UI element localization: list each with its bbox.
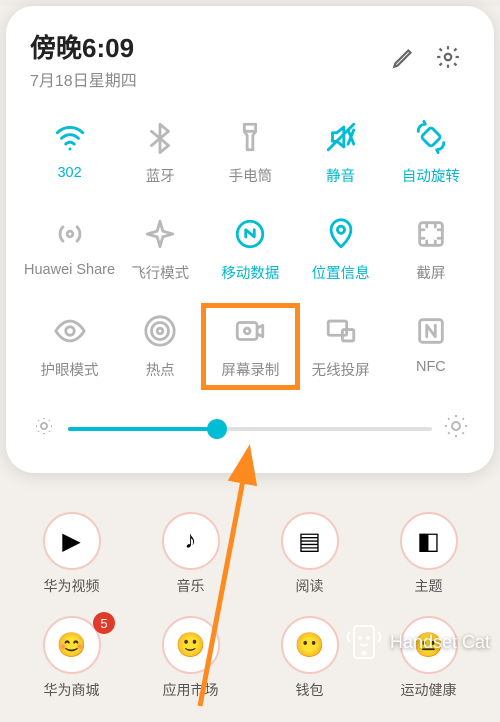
flashlight-icon — [233, 119, 267, 155]
hotspot-icon — [143, 313, 177, 349]
tile-label: Huawei Share — [24, 262, 115, 278]
time-text: 傍晚6:09 — [30, 28, 382, 65]
tile-label: 飞行模式 — [131, 262, 189, 283]
app-label: 华为视频 — [44, 576, 100, 596]
app-icon: ◧ — [400, 512, 458, 570]
app-icon: ▶ — [43, 512, 101, 570]
app-label: 主题 — [415, 576, 443, 596]
quick-settings-grid: 302 蓝牙 手电筒 静音 自动旋转 Huawei Share 飞行模式 移动数据 位置信息 截屏… — [24, 101, 476, 386]
watermark-text: Handset Cat — [390, 632, 490, 653]
brightness-row — [24, 386, 476, 449]
tile-label: 护眼模式 — [41, 359, 99, 380]
tile-label: 手电筒 — [229, 165, 273, 186]
wireless-projection-icon — [324, 313, 358, 349]
app-icon: ▤ — [281, 512, 339, 570]
app-label: 应用市场 — [163, 680, 219, 700]
tile-mute[interactable]: 静音 — [296, 113, 386, 192]
app-icon: 😊 — [43, 616, 101, 674]
tile-eye-comfort[interactable]: 护眼模式 — [24, 307, 115, 386]
bluetooth-icon — [143, 119, 177, 155]
tile-wifi[interactable]: 302 — [24, 113, 115, 192]
tile-label: NFC — [416, 359, 446, 375]
screenshot-icon — [414, 216, 448, 252]
panel-header: 傍晚6:09 7月18日星期四 — [24, 24, 476, 101]
tile-location[interactable]: 位置信息 — [296, 210, 386, 289]
huawei-share-icon — [53, 216, 87, 252]
tile-airplane-mode[interactable]: 飞行模式 — [115, 210, 205, 289]
brightness-high-icon — [444, 414, 468, 443]
auto-rotate-icon — [414, 119, 448, 155]
tile-label: 蓝牙 — [146, 165, 175, 186]
tile-huawei-share[interactable]: Huawei Share — [24, 210, 115, 289]
tile-nfc[interactable]: NFC — [386, 307, 476, 386]
app-label: 华为商城 — [44, 680, 100, 700]
mobile-data-icon — [233, 216, 267, 252]
app-4[interactable]: 😊华为商城5 — [12, 616, 131, 700]
app-2[interactable]: ▤ 阅读 — [250, 512, 369, 596]
app-icon: 🙂 — [162, 616, 220, 674]
watermark: Handset Cat — [344, 622, 490, 662]
nfc-icon — [414, 313, 448, 349]
app-0[interactable]: ▶ 华为视频 — [12, 512, 131, 596]
tile-label: 移动数据 — [221, 262, 279, 283]
tile-label: 热点 — [146, 359, 175, 380]
tile-bluetooth[interactable]: 蓝牙 — [115, 113, 205, 192]
notification-panel: 傍晚6:09 7月18日星期四 302 蓝牙 手电筒 静音 自动旋转 Huawei Sha… — [6, 6, 494, 473]
eye-comfort-icon — [53, 313, 87, 349]
tile-screen-record[interactable]: 屏幕录制 — [205, 307, 295, 386]
app-icon: 😶 — [281, 616, 339, 674]
app-label: 阅读 — [296, 576, 324, 596]
tile-label: 静音 — [326, 165, 355, 186]
mute-icon — [324, 119, 358, 155]
tile-label: 自动旋转 — [402, 165, 460, 186]
tile-label: 位置信息 — [312, 262, 370, 283]
wifi-icon — [53, 119, 87, 155]
tile-screenshot[interactable]: 截屏 — [386, 210, 476, 289]
app-5[interactable]: 🙂 应用市场 — [131, 616, 250, 700]
tile-auto-rotate[interactable]: 自动旋转 — [386, 113, 476, 192]
app-label: 运动健康 — [401, 680, 457, 700]
datetime-block[interactable]: 傍晚6:09 7月18日星期四 — [30, 28, 382, 91]
date-text: 7月18日星期四 — [30, 67, 382, 91]
tile-hotspot[interactable]: 热点 — [115, 307, 205, 386]
tile-label: 无线投屏 — [312, 359, 370, 380]
tile-wireless-projection[interactable]: 无线投屏 — [296, 307, 386, 386]
tile-label: 屏幕录制 — [221, 359, 279, 380]
app-3[interactable]: ◧ 主题 — [369, 512, 488, 596]
tile-mobile-data[interactable]: 移动数据 — [205, 210, 295, 289]
app-label: 音乐 — [177, 576, 205, 596]
settings-icon[interactable] — [426, 44, 470, 75]
app-icon: ♪ — [162, 512, 220, 570]
tile-flashlight[interactable]: 手电筒 — [205, 113, 295, 192]
tile-label: 302 — [57, 165, 81, 181]
app-1[interactable]: ♪ 音乐 — [131, 512, 250, 596]
tile-label: 截屏 — [416, 262, 445, 283]
badge: 5 — [93, 612, 115, 634]
brightness-low-icon — [32, 414, 56, 443]
brightness-slider[interactable] — [68, 427, 432, 431]
screen-record-icon — [233, 313, 267, 349]
location-icon — [324, 216, 358, 252]
airplane-mode-icon — [143, 216, 177, 252]
app-label: 钱包 — [296, 680, 324, 700]
edit-icon[interactable] — [382, 44, 426, 75]
